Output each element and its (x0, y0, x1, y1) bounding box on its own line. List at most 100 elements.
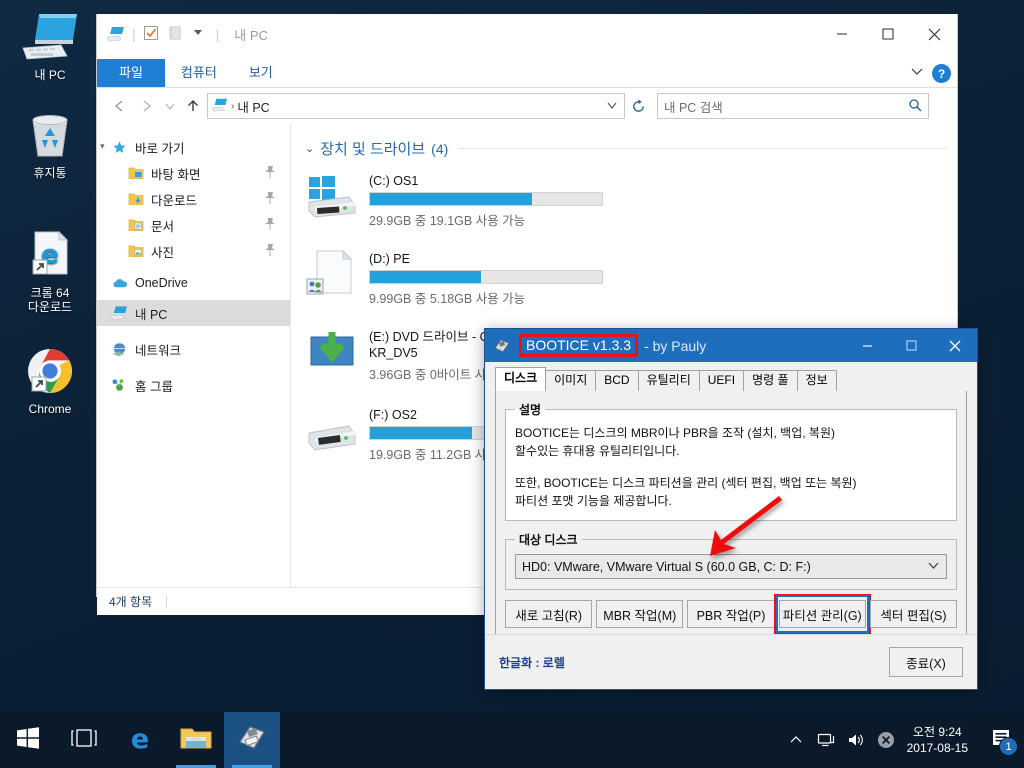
desktop-icon-my-pc[interactable]: 내 PC (0, 8, 100, 82)
drive-item-d[interactable]: (D:) PE 9.99GB 중 5.18GB 사용 가능 (305, 249, 630, 313)
pin-icon[interactable] (264, 191, 276, 208)
tab-view[interactable]: 보기 (233, 59, 289, 87)
sidebar-item-label: 홈 그룹 (135, 379, 173, 394)
window-controls (819, 14, 957, 54)
forward-button[interactable] (133, 91, 161, 121)
drive-info: (C:) OS1 29.9GB 중 19.1GB 사용 가능 (369, 171, 630, 235)
sidebar-item-desktop[interactable]: 바탕 화면 (97, 160, 290, 186)
recent-locations-button[interactable] (161, 91, 179, 121)
tab-bcd[interactable]: BCD (595, 370, 639, 391)
volume-icon[interactable] (841, 712, 871, 768)
tab-computer[interactable]: 컴퓨터 (165, 59, 233, 87)
chevron-down-icon[interactable]: ⌄ (305, 142, 314, 155)
tab-utilities[interactable]: 유틸리티 (637, 370, 700, 391)
drive-item-c[interactable]: (C:) OS1 29.9GB 중 19.1GB 사용 가능 (305, 171, 630, 235)
show-hidden-icons-button[interactable] (781, 712, 811, 768)
chevron-down-icon[interactable] (191, 25, 209, 43)
ribbon-tab-bar: 파일 컴퓨터 보기 ? (97, 54, 957, 88)
tab-disk[interactable]: 디스크 (495, 367, 547, 391)
sidebar-item-my-pc[interactable]: 내 PC (97, 300, 290, 326)
new-folder-icon[interactable] (167, 25, 185, 43)
pin-icon[interactable] (264, 165, 276, 182)
tab-command-pool[interactable]: 명령 풀 (743, 370, 798, 391)
desktop-icon-label: 내 PC (34, 68, 66, 82)
sidebar-item-quick-access[interactable]: ▾ 바로 가기 (97, 134, 290, 160)
network-icon[interactable] (811, 712, 841, 768)
sidebar-item-homegroup[interactable]: 홈 그룹 (97, 372, 290, 398)
breadcrumb-separator: › (231, 100, 235, 112)
sidebar-item-downloads[interactable]: 다운로드 (97, 186, 290, 212)
address-bar[interactable]: › 내 PC (207, 93, 625, 119)
sector-edit-button[interactable]: 섹터 편집(S) (869, 600, 958, 628)
bootice-dialog: BOOTICE v1.3.3 - by Pauly 디스크 이미지 BCD 유틸… (484, 328, 978, 690)
star-icon (111, 139, 128, 156)
action-center-button[interactable]: 1 (978, 712, 1024, 768)
exit-button[interactable]: 종료(X) (889, 647, 963, 677)
bootice-footer: 한글화 : 로렐 종료(X) (485, 634, 977, 689)
sidebar-item-label: 바탕 화면 (151, 167, 201, 182)
computer-icon (111, 305, 128, 322)
chevron-down-icon[interactable]: ▾ (100, 141, 105, 152)
partition-manage-button[interactable]: 파티션 관리(G) (778, 600, 866, 628)
pin-icon[interactable] (264, 217, 276, 234)
bootice-action-buttons: 새로 고침(R) MBR 작업(M) PBR 작업(P) 파티션 관리(G) 섹… (505, 594, 958, 634)
sidebar-item-documents[interactable]: 문서 (97, 212, 290, 238)
tab-file[interactable]: 파일 (97, 59, 165, 87)
description-text: BOOTICE는 디스크의 MBR이나 PBR을 조작 (설치, 백업, 복원)… (515, 424, 947, 510)
refresh-button[interactable] (625, 91, 651, 121)
description-line-1: BOOTICE는 디스크의 MBR이나 PBR을 조작 (설치, 백업, 복원) (515, 426, 835, 440)
up-button[interactable] (179, 91, 207, 121)
desktop-icon-chrome[interactable]: Chrome (0, 342, 100, 416)
breadcrumb[interactable]: 내 PC (237, 97, 269, 116)
computer-icon[interactable] (106, 25, 125, 43)
target-disk-select[interactable]: HD0: VMware, VMware Virtual S (60.0 GB, … (515, 554, 947, 579)
error-icon[interactable] (871, 712, 901, 768)
bootice-tab-strip: 디스크 이미지 BCD 유틸리티 UEFI 명령 풀 정보 (495, 367, 967, 391)
group-header-devices-and-drives[interactable]: ⌄ 장치 및 드라이브 (4) (305, 138, 947, 159)
sidebar-item-network[interactable]: 네트워크 (97, 336, 290, 362)
back-button[interactable] (105, 91, 133, 121)
search-input[interactable]: 내 PC 검색 (657, 93, 929, 119)
taskbar-item-bootice[interactable] (224, 712, 280, 768)
bootice-icon (493, 337, 511, 355)
pbr-operation-button[interactable]: PBR 작업(P) (687, 600, 775, 628)
sidebar-item-onedrive[interactable]: OneDrive (97, 270, 290, 296)
task-view-button[interactable] (56, 712, 112, 768)
sidebar-item-pictures[interactable]: 사진 (97, 238, 290, 264)
chevron-down-icon[interactable] (927, 561, 940, 573)
pin-icon[interactable] (264, 243, 276, 260)
bootice-minimize-button[interactable] (845, 329, 889, 362)
help-button[interactable]: ? (932, 64, 951, 83)
bootice-maximize-button[interactable] (889, 329, 933, 362)
pbr-button-wrap: PBR 작업(P) (687, 600, 775, 628)
description-line-4: 파티션 포맷 기능을 제공합니다. (515, 494, 672, 508)
sidebar-item-label: 바로 가기 (135, 141, 185, 156)
properties-icon[interactable] (143, 25, 161, 43)
tab-uefi[interactable]: UEFI (698, 370, 745, 391)
taskbar-item-file-explorer[interactable] (168, 712, 224, 768)
bootice-title-bar: BOOTICE v1.3.3 - by Pauly (485, 329, 977, 362)
tab-image[interactable]: 이미지 (545, 370, 597, 391)
bootice-close-button[interactable] (933, 329, 977, 362)
close-button[interactable] (911, 14, 957, 54)
expand-ribbon-chevron-icon[interactable] (910, 64, 924, 83)
drive-usage-bar (369, 270, 603, 284)
bootice-client-area: 디스크 이미지 BCD 유틸리티 UEFI 명령 풀 정보 설명 BOOTICE… (485, 362, 977, 652)
tab-info[interactable]: 정보 (796, 370, 837, 391)
dvd-drive-icon (305, 327, 359, 381)
start-button[interactable] (0, 712, 56, 768)
desktop-icon-chrome-download[interactable]: e 크롬 64 다운로드 (0, 226, 100, 314)
taskbar-clock[interactable]: 오전 9:24 2017-08-15 (901, 724, 978, 756)
desktop-icon-recycle-bin[interactable]: 휴지통 (0, 106, 100, 180)
drive-info: (D:) PE 9.99GB 중 5.18GB 사용 가능 (369, 249, 630, 313)
sidebar-item-label: 문서 (151, 219, 175, 234)
notification-count-badge: 1 (999, 737, 1018, 756)
address-dropdown-icon[interactable] (606, 100, 620, 113)
search-icon[interactable] (908, 98, 922, 115)
maximize-button[interactable] (865, 14, 911, 54)
drive-free-text: 29.9GB 중 19.1GB 사용 가능 (369, 214, 526, 228)
refresh-button[interactable]: 새로 고침(R) (505, 600, 593, 628)
mbr-operation-button[interactable]: MBR 작업(M) (596, 600, 684, 628)
taskbar-item-edge[interactable]: e (112, 712, 168, 768)
minimize-button[interactable] (819, 14, 865, 54)
